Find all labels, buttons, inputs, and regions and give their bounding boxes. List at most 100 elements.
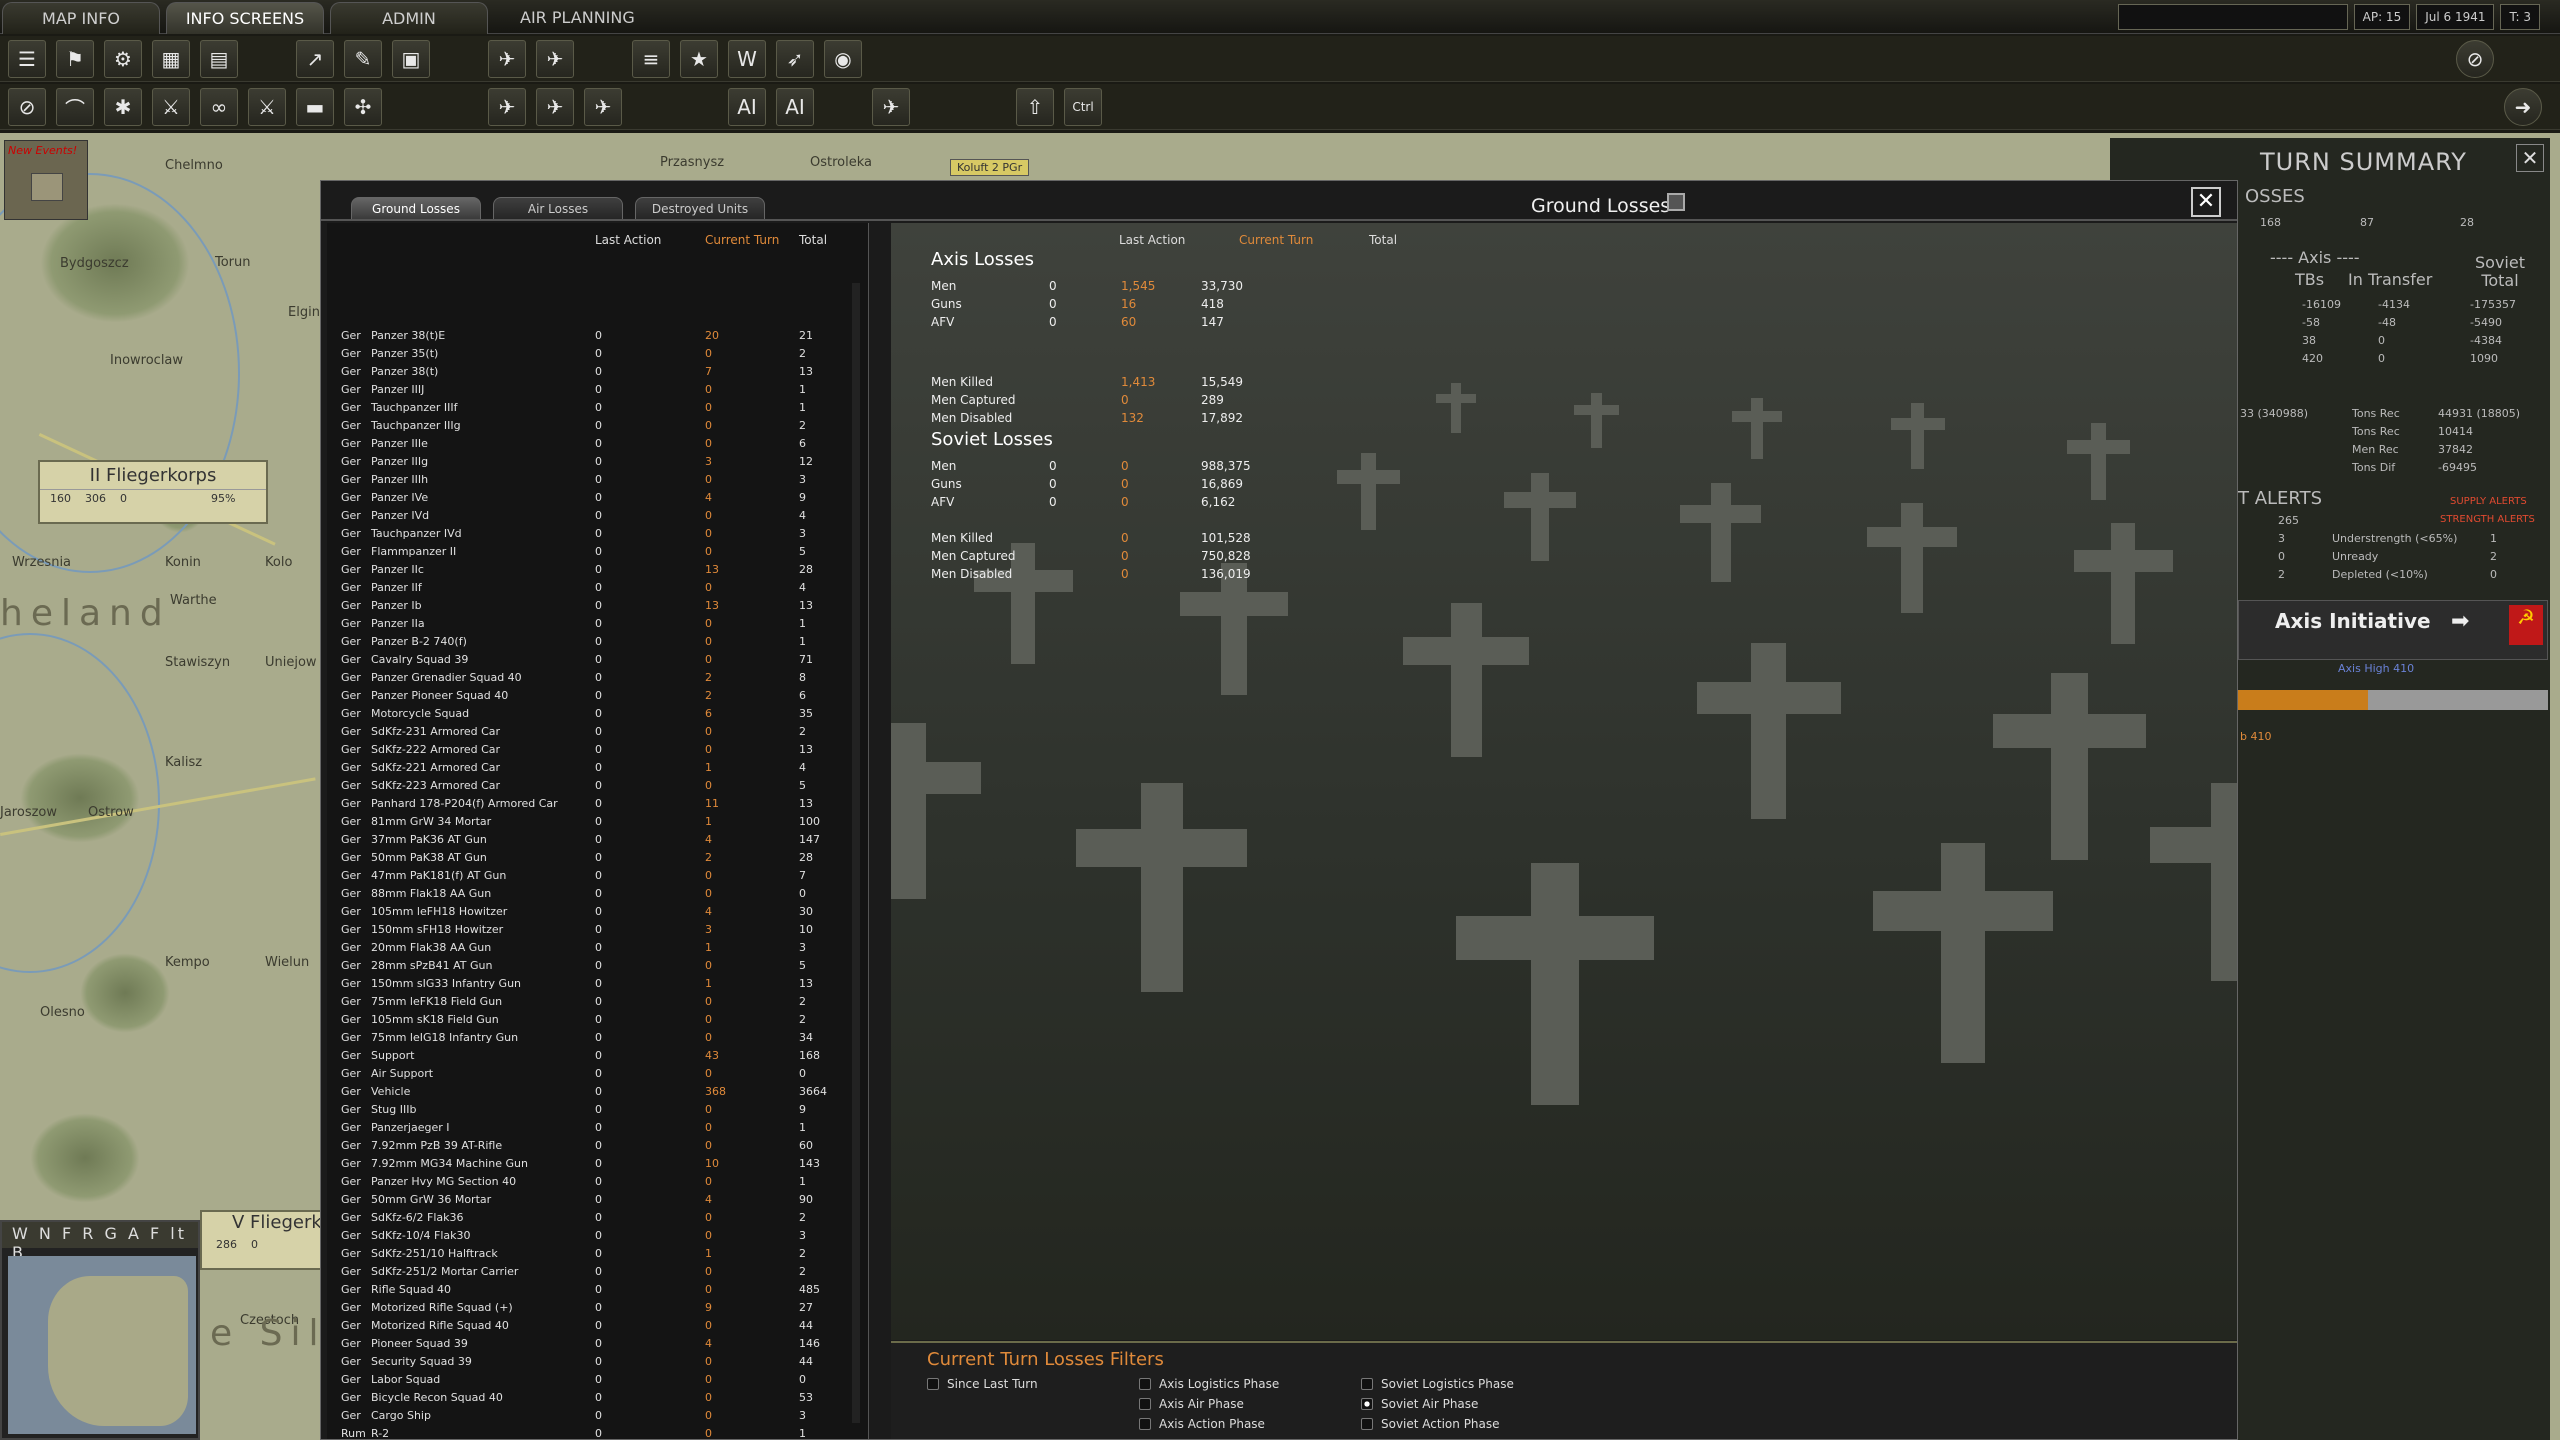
close-icon[interactable]: ✕ [2516,144,2544,172]
filter-checkbox[interactable] [1361,1418,1373,1430]
tab-air-losses[interactable]: Air Losses [493,197,623,219]
table-row[interactable]: Ger Motorized Rifle Squad 40 0 0 44 [327,1317,847,1335]
swords-icon[interactable]: ⚔ [248,88,286,126]
truck-icon[interactable]: ▬ [296,88,334,126]
table-row[interactable]: Ger 105mm leFH18 Howitzer 0 4 30 [327,903,847,921]
filter-option[interactable]: Since Last Turn [927,1377,1038,1391]
supply-alerts-link[interactable]: SUPPLY ALERTS [2450,496,2527,507]
strength-alerts-link[interactable]: STRENGTH ALERTS [2440,514,2535,525]
map-unit-tag[interactable]: Koluft 2 PGr [950,159,1030,176]
table-row[interactable]: Ger SdKfz-223 Armored Car 0 0 5 [327,777,847,795]
filter-checkbox[interactable] [1139,1378,1151,1390]
table-row[interactable]: Ger 50mm PaK38 AT Gun 0 2 28 [327,849,847,867]
table-row[interactable]: Ger 37mm PaK36 AT Gun 0 4 147 [327,831,847,849]
table-row[interactable]: Ger SdKfz-10/4 Flak30 0 0 3 [327,1227,847,1245]
minimap-view[interactable] [8,1256,196,1434]
ctrl-icon[interactable]: Ctrl [1064,88,1102,126]
table-row[interactable]: Ger Motorized Rifle Squad (+) 0 9 27 [327,1299,847,1317]
compass-icon[interactable]: ⊘ [2456,40,2494,78]
table-row[interactable]: Ger Panzer IIf 0 0 4 [327,579,847,597]
next-icon[interactable]: ➜ [2504,88,2542,126]
table-row[interactable]: Ger Panzer Ib 0 13 13 [327,597,847,615]
minimap-filters[interactable]: W N F R G A F lt B [2,1222,198,1262]
filter-checkbox[interactable] [1361,1398,1373,1410]
plane-list2-icon[interactable]: ✈ [872,88,910,126]
table-row[interactable]: Ger Panhard 178-P204(f) Armored Car 0 11 13 [327,795,847,813]
minimap[interactable]: W N F R G A F lt B [0,1220,200,1440]
no-move-icon[interactable]: ⊘ [8,88,46,126]
filter-option[interactable]: Soviet Logistics Phase [1361,1377,1514,1391]
table-row[interactable]: Ger Panzer Pioneer Squad 40 0 2 6 [327,687,847,705]
new-events-button[interactable]: New Events! [4,140,88,220]
plane-down-icon[interactable]: ✈ [536,88,574,126]
report-icon[interactable]: ▤ [200,40,238,78]
filter-checkbox[interactable] [1361,1378,1373,1390]
arrow-icon[interactable]: ↗ [296,40,334,78]
table-row[interactable]: Ger 81mm GrW 34 Mortar 0 1 100 [327,813,847,831]
table-row[interactable]: Ger SdKfz-251/2 Mortar Carrier 0 0 2 [327,1263,847,1281]
table-row[interactable]: Ger Panzer IIa 0 0 1 [327,615,847,633]
air-hq-panel-2[interactable]: V Fliegerk 286 0 [200,1210,325,1270]
menu-icon[interactable]: ☰ [8,40,46,78]
plane-up-icon[interactable]: ✈ [488,88,526,126]
table-row[interactable]: Ger Tauchpanzer IIIg 0 0 2 [327,417,847,435]
filter-option[interactable]: Soviet Action Phase [1361,1417,1500,1431]
table-row[interactable]: Ger Cavalry Squad 39 0 0 71 [327,651,847,669]
table-row[interactable]: Ger Panzer 38(t) 0 7 13 [327,363,847,381]
weather-icon[interactable]: W [728,40,766,78]
filter-checkbox[interactable] [927,1378,939,1390]
table-row[interactable]: Ger Tauchpanzer IIIf 0 0 1 [327,399,847,417]
table-row[interactable]: Ger 28mm sPzB41 AT Gun 0 0 5 [327,957,847,975]
table-row[interactable]: Ger Panzer IIIJ 0 0 1 [327,381,847,399]
table-row[interactable]: Ger Panzer IVd 0 0 4 [327,507,847,525]
table-row[interactable]: Ger Labor Squad 0 0 0 [327,1371,847,1389]
table-row[interactable]: Rum R-2 0 0 1 [327,1425,847,1440]
table-row[interactable]: Ger Panzer Grenadier Squad 40 0 2 8 [327,669,847,687]
table-row[interactable]: Ger Security Squad 39 0 0 44 [327,1353,847,1371]
filter-option[interactable]: Axis Air Phase [1139,1397,1244,1411]
gear-icon[interactable]: ⚙ [104,40,142,78]
table-row[interactable]: Ger Flammpanzer II 0 0 5 [327,543,847,561]
table-row[interactable]: Ger 7.92mm PzB 39 AT-Rifle 0 0 60 [327,1137,847,1155]
table-row[interactable]: Ger Air Support 0 0 0 [327,1065,847,1083]
table-row[interactable]: Ger Tauchpanzer IVd 0 0 3 [327,525,847,543]
rocket-icon[interactable]: ➶ [776,40,814,78]
table-row[interactable]: Ger Panzer IIIh 0 0 3 [327,471,847,489]
support-icon[interactable]: ✣ [344,88,382,126]
col-header-last-action[interactable]: Last Action [595,233,661,247]
table-row[interactable]: Ger SdKfz-251/10 Halftrack 0 1 2 [327,1245,847,1263]
col-header-total[interactable]: Total [799,233,827,247]
table-row[interactable]: Ger SdKfz-231 Armored Car 0 0 2 [327,723,847,741]
table-row[interactable]: Ger 47mm PaK181(f) AT Gun 0 0 7 [327,867,847,885]
table-row[interactable]: Ger 75mm leIG18 Infantry Gun 0 0 34 [327,1029,847,1047]
table-row[interactable]: Ger Vehicle 0 368 3664 [327,1083,847,1101]
table-row[interactable]: Ger SdKfz-222 Armored Car 0 0 13 [327,741,847,759]
list-icon[interactable]: ≡ [632,40,670,78]
col-header-current-turn[interactable]: Current Turn [705,233,779,247]
table-row[interactable]: Ger 88mm Flak18 AA Gun 0 0 0 [327,885,847,903]
ai-gear-icon[interactable]: AI [776,88,814,126]
bridge-icon[interactable]: ⌒ [56,88,94,126]
plane-list-icon[interactable]: ✈ [536,40,574,78]
plane-icon[interactable]: ✈ [488,40,526,78]
edit-icon[interactable]: ✎ [344,40,382,78]
info-icon[interactable] [1667,193,1685,211]
filter-option[interactable]: Soviet Air Phase [1361,1397,1478,1411]
ai-icon[interactable]: AI [728,88,766,126]
air-hq-panel[interactable]: II Fliegerkorps 160 306 0 95% [38,460,268,524]
chart-icon[interactable]: ▦ [152,40,190,78]
filter-checkbox[interactable] [1139,1398,1151,1410]
table-row[interactable]: Ger Panzer IIIg 0 3 12 [327,453,847,471]
table-row[interactable]: Ger 50mm GrW 36 Mortar 0 4 90 [327,1191,847,1209]
star-icon[interactable]: ★ [680,40,718,78]
table-row[interactable]: Ger Cargo Ship 0 0 3 [327,1407,847,1425]
clipboard-icon[interactable]: ▣ [392,40,430,78]
close-button[interactable]: ✕ [2191,187,2221,217]
table-row[interactable]: Ger Panzer IIIe 0 0 6 [327,435,847,453]
table-row[interactable]: Ger Motorcycle Squad 0 6 35 [327,705,847,723]
tab-map-info[interactable]: MAP INFO [2,2,160,34]
table-row[interactable]: Ger Stug IIIb 0 0 9 [327,1101,847,1119]
tab-admin[interactable]: ADMIN [330,2,488,34]
tab-destroyed-units[interactable]: Destroyed Units [635,197,765,219]
table-row[interactable]: Ger Rifle Squad 40 0 0 485 [327,1281,847,1299]
